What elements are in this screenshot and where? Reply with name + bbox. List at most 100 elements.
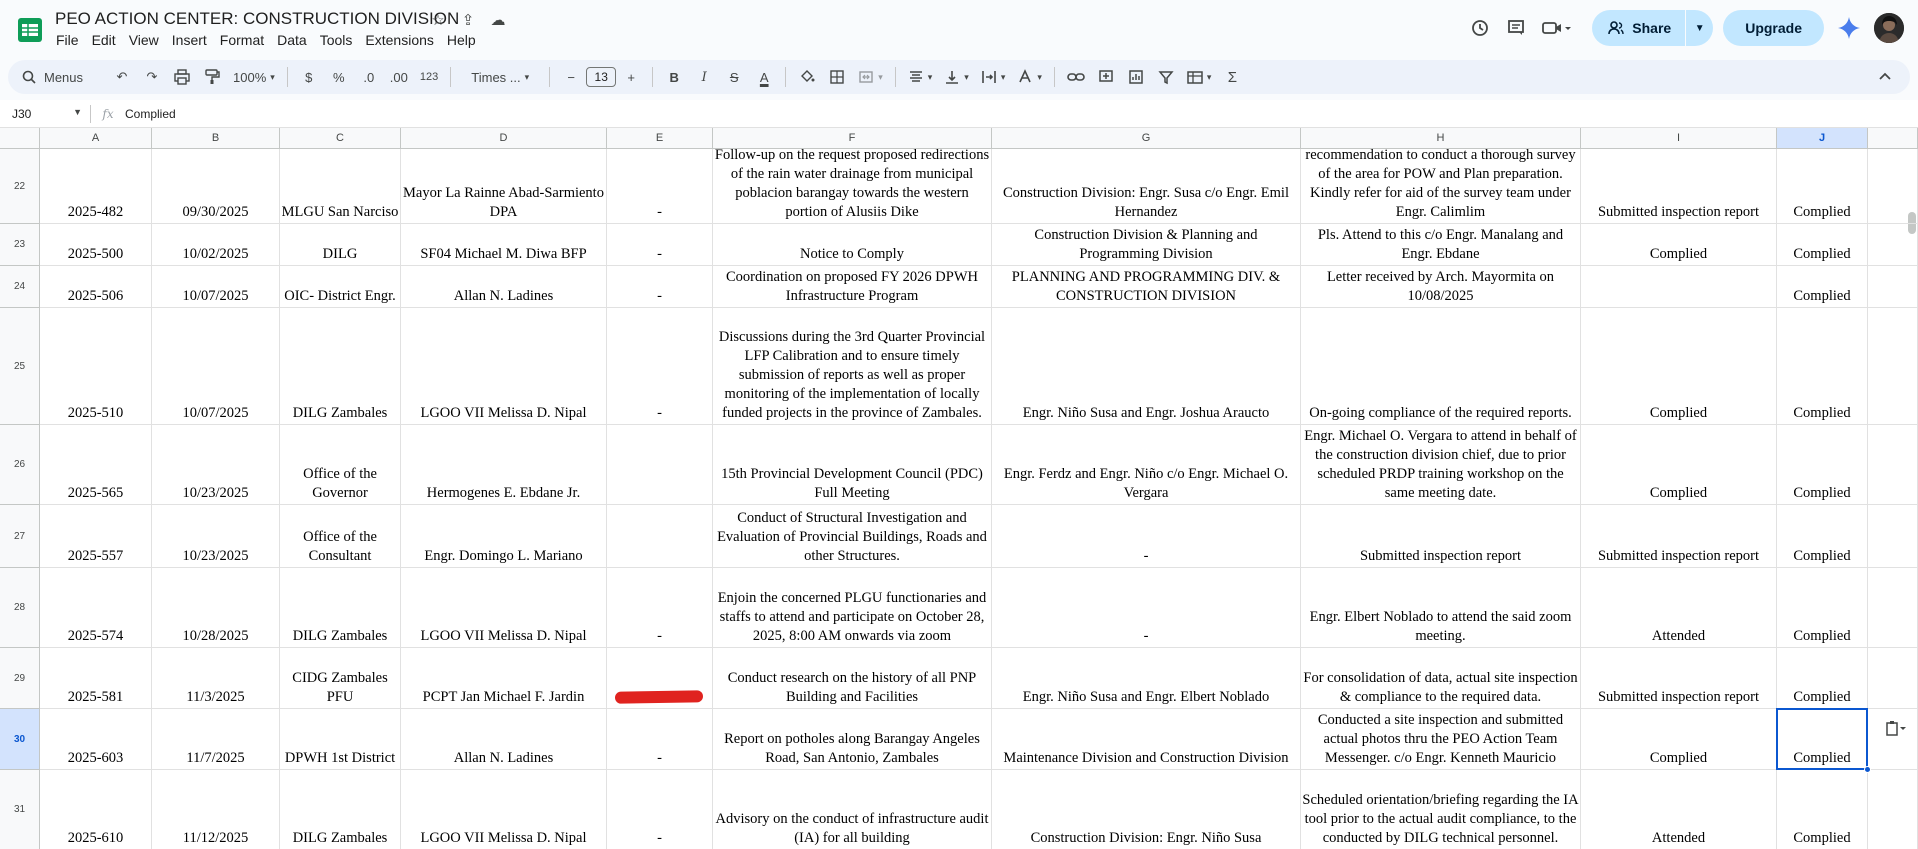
insert-chart-icon[interactable] <box>1123 63 1149 91</box>
zoom-select[interactable]: 100% <box>229 63 279 91</box>
meet-icon[interactable] <box>1534 10 1578 46</box>
cell-a31[interactable]: 2025-610 <box>40 770 152 849</box>
cell-j23[interactable]: Complied <box>1777 224 1868 266</box>
cell-d31[interactable]: LGOO VII Melissa D. Nipal <box>401 770 607 849</box>
cell-a24[interactable]: 2025-506 <box>40 266 152 308</box>
cell-f24[interactable]: Coordination on proposed FY 2026 DPWH In… <box>713 266 992 308</box>
cell-j27[interactable]: Complied <box>1777 505 1868 568</box>
cell-a30[interactable]: 2025-603 <box>40 709 152 770</box>
cell-c23[interactable]: DILG <box>280 224 401 266</box>
column-header-h[interactable]: H <box>1301 128 1581 149</box>
cell-h23[interactable]: Pls. Attend to this c/o Engr. Manalang a… <box>1301 224 1581 266</box>
cell-h28[interactable]: Engr. Elbert Noblado to attend the said … <box>1301 568 1581 648</box>
paste-options-icon[interactable] <box>1876 714 1916 742</box>
cell-e31[interactable]: - <box>607 770 713 849</box>
cell-i27[interactable]: Submitted inspection report <box>1581 505 1777 568</box>
currency-format-button[interactable]: $ <box>296 63 322 91</box>
menu-view[interactable]: View <box>129 32 166 48</box>
cell-b25[interactable]: 10/07/2025 <box>152 308 280 425</box>
decrease-decimal-button[interactable]: .0 <box>356 63 382 91</box>
cell-h31[interactable]: Scheduled orientation/briefing regarding… <box>1301 770 1581 849</box>
menu-file[interactable]: File <box>56 32 86 48</box>
star-icon[interactable]: ☆ <box>428 10 448 30</box>
cell-g25[interactable]: Engr. Niño Susa and Engr. Joshua Araucto <box>992 308 1301 425</box>
empty-cell[interactable] <box>1868 568 1918 648</box>
cell-h25[interactable]: On-going compliance of the required repo… <box>1301 308 1581 425</box>
column-header-d[interactable]: D <box>401 128 607 149</box>
menu-insert[interactable]: Insert <box>172 32 214 48</box>
merge-cells-icon[interactable] <box>854 63 887 91</box>
row-header-29[interactable]: 29 <box>0 648 40 709</box>
text-wrapping-icon[interactable] <box>977 63 1010 91</box>
formula-input[interactable]: Complied <box>125 107 176 121</box>
empty-cell[interactable] <box>1868 266 1918 308</box>
move-icon[interactable]: ⇪ <box>458 10 478 30</box>
cell-h26[interactable]: Engr. Michael O. Vergara to attend in be… <box>1301 425 1581 505</box>
cell-b31[interactable]: 11/12/2025 <box>152 770 280 849</box>
cell-g22[interactable]: Construction Division: Engr. Susa c/o En… <box>992 149 1301 224</box>
number-format-button[interactable]: 123 <box>416 63 442 91</box>
increase-decimal-button[interactable]: .00 <box>386 63 412 91</box>
cell-d26[interactable]: Hermogenes E. Ebdane Jr. <box>401 425 607 505</box>
row-header-25[interactable]: 25 <box>0 308 40 425</box>
empty-cell[interactable] <box>1868 770 1918 849</box>
document-title[interactable]: PEO ACTION CENTER: CONSTRUCTION DIVISION <box>55 9 459 29</box>
menu-extensions[interactable]: Extensions <box>365 32 440 48</box>
horizontal-align-icon[interactable] <box>904 63 937 91</box>
name-box[interactable]: J30 ▼ <box>0 107 90 121</box>
cell-b29[interactable]: 11/3/2025 <box>152 648 280 709</box>
undo-icon[interactable]: ↶ <box>109 63 135 91</box>
insert-comment-icon[interactable] <box>1093 63 1119 91</box>
cell-g28[interactable]: - <box>992 568 1301 648</box>
name-box-dropdown-icon[interactable]: ▼ <box>73 107 82 121</box>
cell-i25[interactable]: Complied <box>1581 308 1777 425</box>
cell-d27[interactable]: Engr. Domingo L. Mariano <box>401 505 607 568</box>
cell-i22[interactable]: Submitted inspection report <box>1581 149 1777 224</box>
menu-edit[interactable]: Edit <box>92 32 123 48</box>
empty-cell[interactable] <box>1868 425 1918 505</box>
cell-g31[interactable]: Construction Division: Engr. Niño Susa <box>992 770 1301 849</box>
bold-button[interactable]: B <box>661 63 687 91</box>
menu-help[interactable]: Help <box>447 32 483 48</box>
cell-h27[interactable]: Submitted inspection report <box>1301 505 1581 568</box>
menu-data[interactable]: Data <box>277 32 314 48</box>
print-icon[interactable] <box>169 63 195 91</box>
cell-j24[interactable]: Complied <box>1777 266 1868 308</box>
filter-icon[interactable] <box>1153 63 1179 91</box>
cell-e25[interactable]: - <box>607 308 713 425</box>
cell-f27[interactable]: Conduct of Structural Investigation and … <box>713 505 992 568</box>
cell-b23[interactable]: 10/02/2025 <box>152 224 280 266</box>
cell-c28[interactable]: DILG Zambales <box>280 568 401 648</box>
cell-b22[interactable]: 09/30/2025 <box>152 149 280 224</box>
cell-d22[interactable]: Mayor La Rainne Abad-Sarmiento DPA <box>401 149 607 224</box>
redo-icon[interactable]: ↷ <box>139 63 165 91</box>
row-header-26[interactable]: 26 <box>0 425 40 505</box>
cell-g26[interactable]: Engr. Ferdz and Engr. Niño c/o Engr. Mic… <box>992 425 1301 505</box>
cell-f29[interactable]: Conduct research on the history of all P… <box>713 648 992 709</box>
cell-i29[interactable]: Submitted inspection report <box>1581 648 1777 709</box>
menu-tools[interactable]: Tools <box>320 32 360 48</box>
empty-cell[interactable] <box>1868 149 1918 224</box>
column-header-a[interactable]: A <box>40 128 152 149</box>
share-button[interactable]: Share <box>1592 10 1685 46</box>
cell-d25[interactable]: LGOO VII Melissa D. Nipal <box>401 308 607 425</box>
history-icon[interactable] <box>1462 10 1498 46</box>
cell-i23[interactable]: Complied <box>1581 224 1777 266</box>
cell-a22[interactable]: 2025-482 <box>40 149 152 224</box>
cell-j31[interactable]: Complied <box>1777 770 1868 849</box>
percent-format-button[interactable]: % <box>326 63 352 91</box>
row-header-22[interactable]: 22 <box>0 149 40 224</box>
cell-c24[interactable]: OIC- District Engr. <box>280 266 401 308</box>
cell-f28[interactable]: Enjoin the concerned PLGU functionaries … <box>713 568 992 648</box>
cell-c31[interactable]: DILG Zambales <box>280 770 401 849</box>
column-header-e[interactable]: E <box>607 128 713 149</box>
cell-g27[interactable]: - <box>992 505 1301 568</box>
cell-c25[interactable]: DILG Zambales <box>280 308 401 425</box>
cell-c22[interactable]: MLGU San Narciso <box>280 149 401 224</box>
gemini-icon[interactable] <box>1834 10 1864 46</box>
cell-f23[interactable]: Notice to Comply <box>713 224 992 266</box>
cell-j29[interactable]: Complied <box>1777 648 1868 709</box>
cell-f30[interactable]: Report on potholes along Barangay Angele… <box>713 709 992 770</box>
row-header-28[interactable]: 28 <box>0 568 40 648</box>
font-size-decrease-icon[interactable]: − <box>558 63 584 91</box>
